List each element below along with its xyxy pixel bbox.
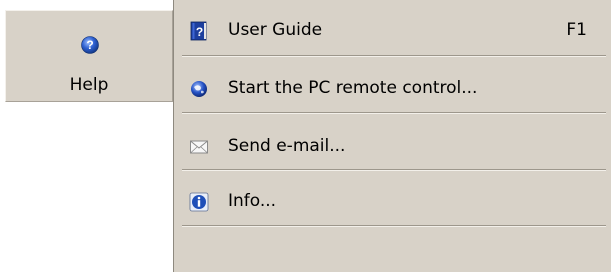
menu-separator (182, 225, 606, 227)
menu-item-label: Start the PC remote control... (228, 78, 478, 98)
user-guide-book-icon: ? (190, 21, 207, 41)
help-label: Help (69, 75, 109, 95)
help-button[interactable]: ? Help (5, 10, 173, 102)
info-icon (189, 192, 209, 212)
menu-item-remote-control[interactable]: Start the PC remote control... (174, 64, 611, 112)
menu-item-user-guide[interactable]: ? User Guide F1 (174, 6, 611, 54)
menu-separator (182, 55, 606, 57)
menu-item-send-email[interactable]: Send e-mail... (174, 122, 611, 170)
svg-text:?: ? (196, 25, 203, 39)
menu-separator (182, 112, 606, 114)
svg-text:?: ? (86, 38, 93, 52)
help-question-icon: ? (81, 36, 99, 54)
envelope-icon (190, 140, 208, 154)
menu-item-label: Info... (228, 191, 277, 211)
screen: ? Help ? User Guide F1 Start the PC remo… (0, 0, 611, 272)
menu-item-label: User Guide (228, 20, 323, 40)
menu-separator (182, 169, 606, 171)
menu-item-info[interactable]: Info... (174, 177, 611, 225)
help-menu: ? User Guide F1 Start the PC remote cont… (173, 0, 611, 272)
menu-item-shortcut: F1 (566, 20, 587, 40)
globe-remote-icon (191, 81, 207, 97)
menu-item-label: Send e-mail... (228, 136, 346, 156)
